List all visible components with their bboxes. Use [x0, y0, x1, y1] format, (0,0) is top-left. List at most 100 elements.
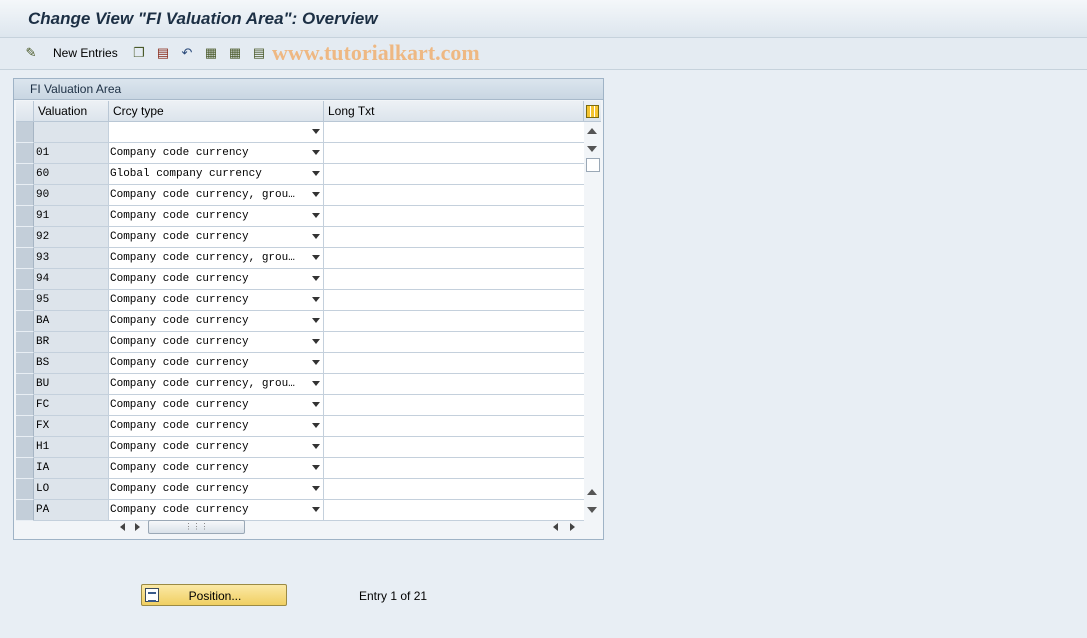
row-selector[interactable] — [16, 269, 34, 290]
vertical-scrollbar[interactable] — [584, 122, 601, 518]
horizontal-scroll-thumb[interactable]: ⋮⋮⋮ — [148, 520, 245, 534]
scroll-left-icon[interactable] — [120, 523, 125, 531]
long-txt-input[interactable] — [324, 269, 584, 290]
crcy-type-dropdown[interactable]: Company code currency — [109, 332, 324, 353]
chevron-down-icon[interactable] — [312, 318, 320, 323]
long-txt-input[interactable] — [324, 374, 584, 395]
column-header-valuation[interactable]: Valuation — [34, 101, 109, 122]
column-header-crcy-type[interactable]: Crcy type — [109, 101, 324, 122]
scroll-page-down-icon[interactable] — [587, 146, 597, 152]
crcy-type-dropdown[interactable]: Company code currency — [109, 353, 324, 374]
chevron-down-icon[interactable] — [312, 465, 320, 470]
chevron-down-icon[interactable] — [312, 339, 320, 344]
chevron-down-icon[interactable] — [312, 129, 320, 134]
crcy-type-dropdown[interactable]: Company code currency — [109, 437, 324, 458]
long-txt-input[interactable] — [324, 206, 584, 227]
crcy-type-dropdown[interactable]: Company code currency, grou… — [109, 374, 324, 395]
delete-icon[interactable]: ▤ — [155, 45, 171, 61]
row-selector[interactable] — [16, 290, 34, 311]
chevron-down-icon[interactable] — [312, 276, 320, 281]
long-txt-input[interactable] — [324, 248, 584, 269]
vertical-scroll-thumb[interactable] — [586, 158, 600, 172]
scroll-right-end-icon[interactable] — [570, 523, 575, 531]
copy-icon[interactable]: ❐ — [131, 45, 147, 61]
row-selector[interactable] — [16, 206, 34, 227]
row-selector[interactable] — [16, 248, 34, 269]
select-all-rows-header[interactable] — [16, 101, 34, 122]
crcy-type-dropdown[interactable] — [109, 122, 324, 143]
row-selector[interactable] — [16, 374, 34, 395]
select-block-icon[interactable]: ▦ — [227, 45, 243, 61]
crcy-type-dropdown[interactable]: Company code currency — [109, 479, 324, 500]
scroll-page-up-icon[interactable] — [587, 489, 597, 495]
row-selector[interactable] — [16, 185, 34, 206]
row-selector[interactable] — [16, 458, 34, 479]
crcy-type-dropdown[interactable]: Company code currency — [109, 290, 324, 311]
chevron-down-icon[interactable] — [312, 171, 320, 176]
row-selector[interactable] — [16, 479, 34, 500]
chevron-down-icon[interactable] — [312, 360, 320, 365]
long-txt-input[interactable] — [324, 290, 584, 311]
crcy-type-dropdown[interactable]: Company code currency — [109, 395, 324, 416]
crcy-type-dropdown[interactable]: Company code currency — [109, 143, 324, 164]
row-selector[interactable] — [16, 353, 34, 374]
long-txt-input[interactable] — [324, 122, 584, 143]
long-txt-input[interactable] — [324, 458, 584, 479]
row-selector[interactable] — [16, 500, 34, 521]
long-txt-input[interactable] — [324, 353, 584, 374]
column-header-long-txt[interactable]: Long Txt — [324, 101, 584, 122]
row-selector[interactable] — [16, 416, 34, 437]
chevron-down-icon[interactable] — [312, 402, 320, 407]
chevron-down-icon[interactable] — [312, 255, 320, 260]
table-settings-button[interactable] — [584, 101, 601, 122]
long-txt-input[interactable] — [324, 185, 584, 206]
undo-icon[interactable]: ↶ — [179, 45, 195, 61]
chevron-down-icon[interactable] — [312, 381, 320, 386]
crcy-type-dropdown[interactable]: Company code currency — [109, 416, 324, 437]
long-txt-input[interactable] — [324, 479, 584, 500]
display-change-icon[interactable]: ✎ — [23, 45, 39, 61]
crcy-type-dropdown[interactable]: Company code currency — [109, 227, 324, 248]
row-selector[interactable] — [16, 311, 34, 332]
position-button[interactable]: Position... — [141, 584, 287, 606]
long-txt-input[interactable] — [324, 437, 584, 458]
chevron-down-icon[interactable] — [312, 486, 320, 491]
long-txt-input[interactable] — [324, 416, 584, 437]
horizontal-scrollbar[interactable]: ⋮⋮⋮ — [109, 518, 584, 536]
new-entries-button[interactable]: New Entries — [53, 46, 118, 60]
long-txt-input[interactable] — [324, 311, 584, 332]
crcy-type-dropdown[interactable]: Global company currency — [109, 164, 324, 185]
row-selector[interactable] — [16, 227, 34, 248]
row-selector[interactable] — [16, 143, 34, 164]
row-selector[interactable] — [16, 395, 34, 416]
row-selector[interactable] — [16, 332, 34, 353]
scroll-left-end-icon[interactable] — [553, 523, 558, 531]
deselect-all-icon[interactable]: ▤ — [251, 45, 267, 61]
chevron-down-icon[interactable] — [312, 150, 320, 155]
crcy-type-dropdown[interactable]: Company code currency — [109, 206, 324, 227]
scroll-up-icon[interactable] — [587, 128, 597, 134]
long-txt-input[interactable] — [324, 227, 584, 248]
chevron-down-icon[interactable] — [312, 234, 320, 239]
scroll-down-icon[interactable] — [587, 507, 597, 513]
crcy-type-dropdown[interactable]: Company code currency — [109, 458, 324, 479]
chevron-down-icon[interactable] — [312, 423, 320, 428]
crcy-type-dropdown[interactable]: Company code currency — [109, 269, 324, 290]
long-txt-input[interactable] — [324, 332, 584, 353]
select-all-icon[interactable]: ▦ — [203, 45, 219, 61]
scroll-right-icon[interactable] — [135, 523, 140, 531]
chevron-down-icon[interactable] — [312, 297, 320, 302]
chevron-down-icon[interactable] — [312, 213, 320, 218]
long-txt-input[interactable] — [324, 143, 584, 164]
crcy-type-dropdown[interactable]: Company code currency, grou… — [109, 248, 324, 269]
long-txt-input[interactable] — [324, 395, 584, 416]
chevron-down-icon[interactable] — [312, 507, 320, 512]
chevron-down-icon[interactable] — [312, 192, 320, 197]
long-txt-input[interactable] — [324, 164, 584, 185]
crcy-type-dropdown[interactable]: Company code currency, grou… — [109, 185, 324, 206]
row-selector[interactable] — [16, 164, 34, 185]
crcy-type-dropdown[interactable]: Company code currency — [109, 311, 324, 332]
chevron-down-icon[interactable] — [312, 444, 320, 449]
row-selector[interactable] — [16, 437, 34, 458]
row-selector[interactable] — [16, 122, 34, 143]
